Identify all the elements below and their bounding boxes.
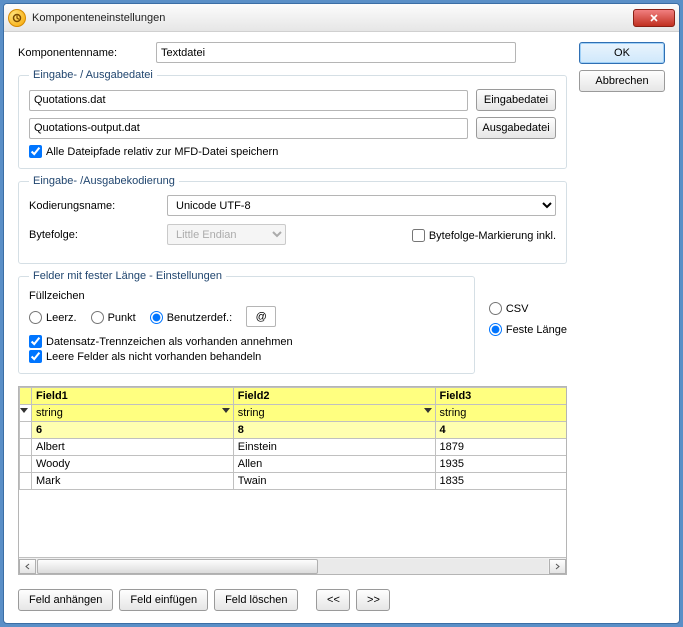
csv-radio[interactable]: CSV: [489, 302, 567, 315]
width-cell[interactable]: 6: [32, 422, 234, 439]
fixed-length-legend: Felder mit fester Länge - Einstellungen: [29, 270, 226, 282]
fill-char-label: Füllzeichen: [29, 290, 464, 302]
encoding-group-legend: Eingabe- /Ausgabekodierung: [29, 175, 179, 187]
bom-label: Bytefolge-Markierung inkl.: [429, 230, 556, 242]
type-cell[interactable]: string: [435, 405, 566, 422]
encoding-select[interactable]: Unicode UTF-8: [167, 195, 556, 216]
table-row[interactable]: WoodyAllen1935When I was kidnapped, my p…: [20, 456, 567, 473]
delete-field-button[interactable]: Feld löschen: [214, 589, 298, 611]
encoding-group: Eingabe- /Ausgabekodierung Kodierungsnam…: [18, 175, 567, 264]
relative-paths-checkbox-input[interactable]: [29, 145, 42, 158]
next-button[interactable]: >>: [356, 589, 390, 611]
format-radio-group: CSV Feste Länge: [489, 300, 567, 374]
scroll-thumb[interactable]: [37, 559, 318, 574]
table-row[interactable]: AlbertEinstein1879Only two things are in…: [20, 439, 567, 456]
insert-field-button[interactable]: Feld einfügen: [119, 589, 208, 611]
byteorder-label: Bytefolge:: [29, 229, 159, 241]
encoding-label: Kodierungsname:: [29, 200, 159, 212]
close-button[interactable]: [633, 9, 675, 27]
table-type-row: string string string string: [20, 405, 567, 422]
fixed-radio[interactable]: Feste Länge: [489, 323, 567, 336]
width-cell[interactable]: 4: [435, 422, 566, 439]
bottom-buttons: Feld anhängen Feld einfügen Feld löschen…: [18, 589, 567, 611]
type-cell[interactable]: string: [233, 405, 435, 422]
col-header[interactable]: Field2: [233, 388, 435, 405]
titlebar: Komponenteneinstellungen: [4, 4, 679, 32]
prev-button[interactable]: <<: [316, 589, 350, 611]
append-field-button[interactable]: Feld anhängen: [18, 589, 113, 611]
table-row[interactable]: MarkTwain1835A banker is a fellow who le…: [20, 473, 567, 490]
fields-table-area: Field1 Field2 Field3 Field4 string strin…: [18, 386, 567, 575]
width-cell[interactable]: 8: [233, 422, 435, 439]
dialog-body: Komponentenname: Eingabe- / Ausgabedatei…: [4, 32, 679, 623]
table-width-row: 6 8 4 120: [20, 422, 567, 439]
ok-button[interactable]: OK: [579, 42, 665, 64]
output-file-button[interactable]: Ausgabedatei: [476, 117, 556, 139]
bom-checkbox-input[interactable]: [412, 229, 425, 242]
dialog-window: Komponenteneinstellungen Komponentenname…: [3, 3, 680, 624]
app-icon: [8, 9, 26, 27]
component-name-input[interactable]: [156, 42, 516, 63]
component-name-label: Komponentenname:: [18, 47, 148, 59]
cancel-button[interactable]: Abbrechen: [579, 70, 665, 92]
horizontal-scrollbar[interactable]: [19, 557, 566, 574]
window-title: Komponenteneinstellungen: [32, 12, 633, 24]
fill-custom-input[interactable]: [246, 306, 276, 327]
byteorder-select: Little Endian: [167, 224, 286, 245]
fill-space-radio[interactable]: Leerz.: [29, 311, 77, 324]
fixed-length-group: Felder mit fester Länge - Einstellungen …: [18, 270, 475, 374]
table-header-row: Field1 Field2 Field3 Field4: [20, 388, 567, 405]
relative-paths-checkbox[interactable]: Alle Dateipfade relativ zur MFD-Datei sp…: [29, 145, 556, 158]
col-header[interactable]: Field1: [32, 388, 234, 405]
relative-paths-label: Alle Dateipfade relativ zur MFD-Datei sp…: [46, 146, 278, 158]
treat-empty-checkbox[interactable]: Leere Felder als nicht vorhanden behande…: [29, 350, 464, 363]
scroll-right-icon[interactable]: [549, 559, 566, 574]
fill-custom-radio[interactable]: Benutzerdef.:: [150, 311, 232, 324]
input-file-field[interactable]: [29, 90, 468, 111]
bom-checkbox[interactable]: Bytefolge-Markierung inkl.: [412, 229, 556, 242]
fields-table: Field1 Field2 Field3 Field4 string strin…: [19, 387, 566, 490]
file-group-legend: Eingabe- / Ausgabedatei: [29, 69, 157, 81]
table-scroll: Field1 Field2 Field3 Field4 string strin…: [19, 387, 566, 557]
assume-delimiter-checkbox[interactable]: Datensatz-Trennzeichen als vorhanden ann…: [29, 335, 464, 348]
scroll-track[interactable]: [37, 559, 548, 574]
component-name-row: Komponentenname:: [18, 42, 567, 63]
col-header[interactable]: Field3: [435, 388, 566, 405]
scroll-left-icon[interactable]: [19, 559, 36, 574]
file-group: Eingabe- / Ausgabedatei Eingabedatei Aus…: [18, 69, 567, 169]
output-file-field[interactable]: [29, 118, 468, 139]
fill-dot-radio[interactable]: Punkt: [91, 311, 136, 324]
type-cell[interactable]: string: [32, 405, 234, 422]
input-file-button[interactable]: Eingabedatei: [476, 89, 556, 111]
